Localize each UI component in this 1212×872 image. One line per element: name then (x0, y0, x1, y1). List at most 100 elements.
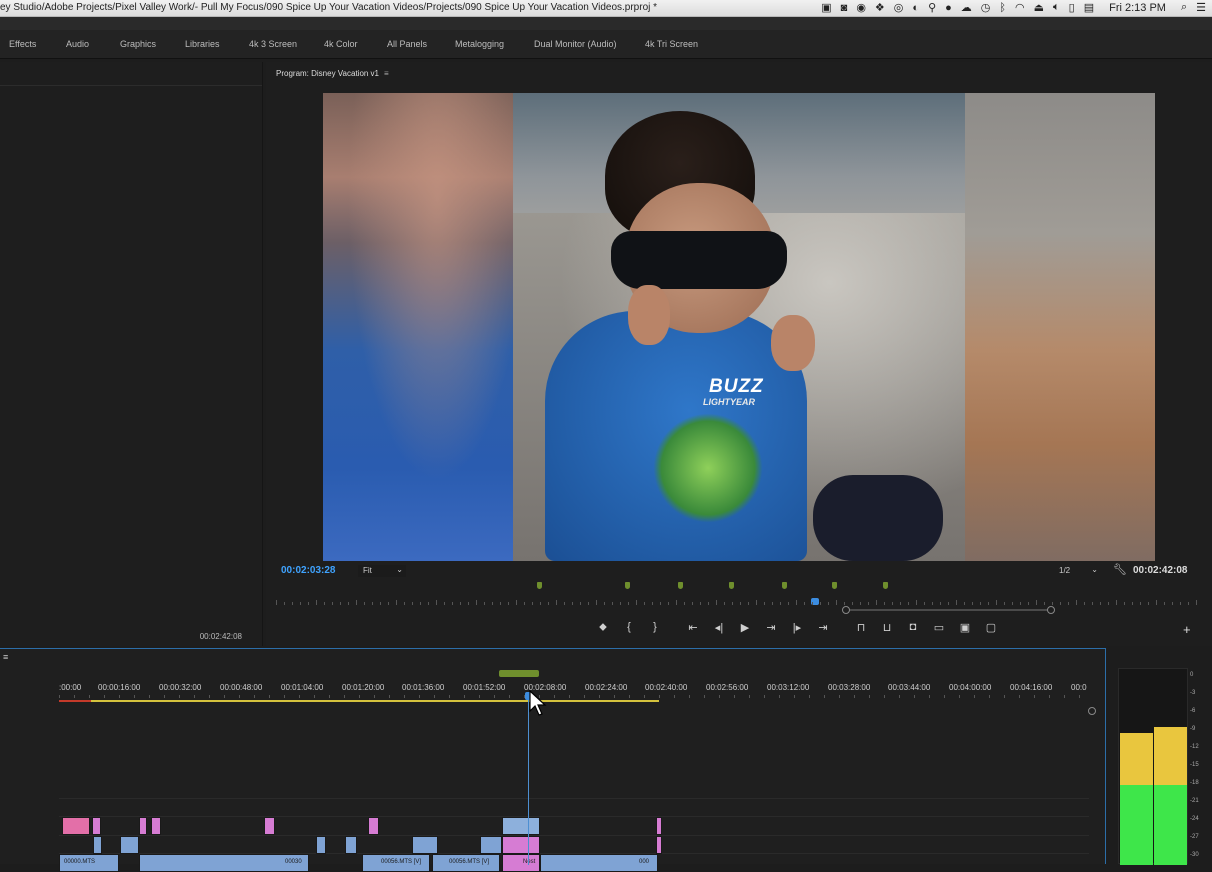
playhead-timecode[interactable]: 00:02:03:28 (281, 565, 335, 576)
lift-icon[interactable]: ⊓ (848, 621, 874, 637)
workspace-tab-graphics[interactable]: Graphics (120, 39, 156, 49)
timeline-clip[interactable] (62, 817, 90, 835)
menu-clock[interactable]: Fri 2:13 PM (1109, 2, 1166, 14)
clip-marker[interactable] (782, 582, 787, 589)
step-forward-icon[interactable]: |▸ (784, 621, 810, 637)
clip-marker[interactable] (625, 582, 630, 589)
clip-marker[interactable] (729, 582, 734, 589)
app-circle-icon[interactable]: ● (945, 2, 952, 14)
timeline-markers[interactable] (499, 670, 539, 677)
ruler-label: 00:04:00:00 (949, 683, 992, 692)
wifi-icon[interactable]: ◠ (1015, 1, 1025, 14)
comparison-view-icon[interactable]: ▭ (926, 621, 952, 637)
eye-icon[interactable]: ◎ (894, 1, 904, 14)
play-icon[interactable]: ▶ (732, 621, 758, 637)
workspace-tab-all-panels[interactable]: All Panels (387, 39, 427, 49)
cloud-icon[interactable]: ☁ (961, 1, 972, 14)
ruler-tick (964, 602, 965, 605)
timeline-clip[interactable]: 00056.MTS [V] (432, 854, 500, 872)
work-area-bar[interactable] (59, 700, 659, 702)
monitor-zoom-scrollbar[interactable] (842, 606, 1055, 614)
timeline-menu-icon[interactable]: ≡ (3, 652, 8, 662)
ruler-tick (1156, 600, 1157, 605)
timeline-clip[interactable]: 00000.MTS (59, 854, 119, 872)
timeline-clip[interactable] (316, 836, 326, 854)
clip-marker[interactable] (883, 582, 888, 589)
timeline-clip[interactable] (656, 817, 662, 835)
creative-cloud-icon[interactable]: ◉ (856, 1, 866, 14)
timeline-clip[interactable] (656, 836, 662, 854)
workspace-tab-metalogging[interactable]: Metalogging (455, 39, 504, 49)
timeline-clip[interactable] (345, 836, 357, 854)
timeline-clip[interactable]: 00030 (139, 854, 309, 872)
timeline-clip[interactable] (92, 817, 101, 835)
zoom-handle-right[interactable] (1047, 606, 1055, 614)
zoom-select[interactable]: Fit ⌄ (358, 565, 406, 577)
timeline-clip[interactable] (120, 836, 139, 854)
workspace-tab-libraries[interactable]: Libraries (185, 39, 220, 49)
add-marker-icon[interactable]: ⬥ (590, 621, 616, 637)
adjustment-clip[interactable] (502, 817, 540, 835)
video-frame[interactable]: BUZZ LIGHTYEAR (323, 93, 1155, 561)
clip-marker[interactable] (678, 582, 683, 589)
play-in-to-out-icon[interactable]: ⇥ (758, 621, 784, 637)
workspace-tab-4k-3-screen[interactable]: 4k 3 Screen (249, 39, 297, 49)
program-monitor-title[interactable]: Program: Disney Vacation v1 ≡ (276, 69, 389, 78)
ruler-label: 00:01:04:00 (281, 683, 324, 692)
resolution-select[interactable]: 1/2 ⌄ (1055, 565, 1101, 577)
go-to-in-icon[interactable]: ⇤ (680, 621, 706, 637)
ruler-tick (756, 600, 757, 605)
app-icon[interactable]: ◙ (841, 2, 848, 14)
keyboard-icon[interactable]: ▤ (1084, 1, 1094, 14)
ruler-tick (460, 602, 461, 605)
nest-clip[interactable]: Nest (502, 854, 540, 872)
workspace-tab-audio[interactable]: Audio (66, 39, 89, 49)
go-to-out-icon[interactable]: ⇥ (810, 621, 836, 637)
time-machine-icon[interactable]: ◷ (981, 1, 991, 14)
workspace-tab-4k-tri-screen[interactable]: 4k Tri Screen (645, 39, 698, 49)
comment-icon[interactable]: ▢ (978, 621, 1004, 637)
panel-menu-icon[interactable]: ≡ (384, 69, 389, 78)
mouse-cursor-icon (529, 690, 547, 716)
monitor-time-ruler[interactable] (276, 598, 1202, 608)
wrench-settings-icon[interactable]: 🔧︎ (1113, 563, 1127, 576)
bluetooth-icon[interactable]: ᛒ (999, 2, 1006, 14)
extract-icon[interactable]: ⊔ (874, 621, 900, 637)
zoom-handle-left[interactable] (842, 606, 850, 614)
mark-in-icon[interactable]: { (616, 621, 642, 637)
spotlight-icon[interactable]: ⌕ (1181, 1, 1187, 14)
dropbox-icon[interactable]: ❖ (875, 1, 885, 14)
timeline-clip[interactable]: 000 (540, 854, 658, 872)
clip-marker[interactable] (832, 582, 837, 589)
timeline-vertical-scroll-handle[interactable] (1088, 707, 1096, 715)
workspace-tab-4k-color[interactable]: 4k Color (324, 39, 358, 49)
timeline-clip[interactable] (93, 836, 102, 854)
camera-export-frame-icon[interactable]: ◘ (900, 621, 926, 637)
timeline-clip[interactable] (264, 817, 275, 835)
screen-recorder-icon[interactable]: ▣ (821, 1, 831, 14)
timeline-ruler-tick (989, 695, 990, 698)
nest-clip-v2[interactable] (502, 836, 540, 854)
step-back-icon[interactable]: ◂| (706, 621, 732, 637)
eject-icon[interactable]: ⏏ (1034, 1, 1044, 14)
volume-icon[interactable]: 🔈︎ (1053, 1, 1060, 14)
mark-out-icon[interactable]: } (642, 621, 668, 637)
clip-marker[interactable] (537, 582, 542, 589)
workspace-tab-dual-monitor-audio[interactable]: Dual Monitor (Audio) (534, 39, 617, 49)
timeline-clip[interactable] (139, 817, 147, 835)
workspace-tab-effects[interactable]: Effects (9, 39, 36, 49)
timeline-clip[interactable] (412, 836, 438, 854)
timeline-clip[interactable] (368, 817, 379, 835)
notification-center-icon[interactable]: ☰ (1196, 1, 1206, 14)
multi-camera-icon[interactable]: ▣ (952, 621, 978, 637)
db-label: -27 (1190, 834, 1199, 840)
battery-icon[interactable]: ▯ (1069, 1, 1075, 14)
timeline-clip[interactable] (151, 817, 161, 835)
ruler-tick (1188, 602, 1189, 605)
location-icon[interactable]: ⚲ (928, 1, 936, 14)
ruler-tick (868, 602, 869, 605)
sync-icon[interactable]: ◐ (912, 2, 919, 14)
button-editor-plus-icon[interactable]: + (1183, 622, 1191, 637)
timeline-clip[interactable]: 00056.MTS [V] (362, 854, 430, 872)
timeline-clip[interactable] (480, 836, 502, 854)
